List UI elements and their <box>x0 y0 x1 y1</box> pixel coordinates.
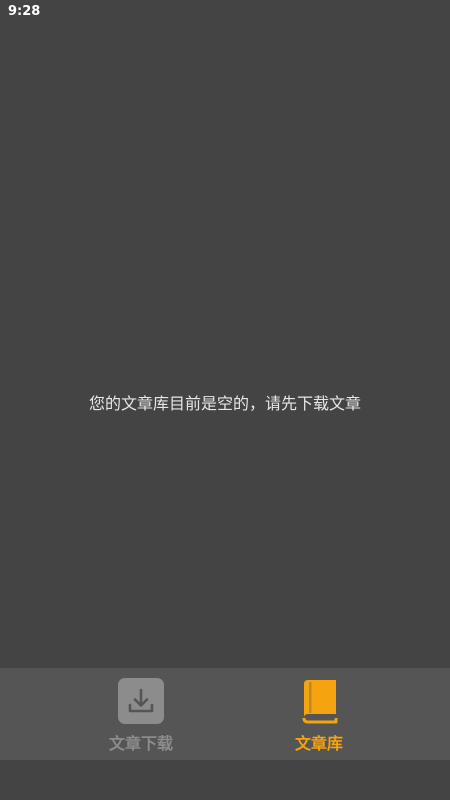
book-icon <box>302 680 338 724</box>
bottom-navigation: 文章下载 文章库 <box>0 668 450 760</box>
empty-library-message: 您的文章库目前是空的，请先下载文章 <box>88 394 361 413</box>
status-time: 9:28 <box>8 4 41 19</box>
library-content: 您的文章库目前是空的，请先下载文章 <box>0 26 450 668</box>
tab-article-library-label: 文章库 <box>294 734 343 753</box>
download-icon <box>118 678 164 724</box>
tab-article-download[interactable]: 文章下载 <box>66 668 216 760</box>
status-bar: 9:28 <box>0 0 450 26</box>
tab-article-download-label: 文章下载 <box>108 734 173 753</box>
tab-article-library[interactable]: 文章库 <box>244 668 394 760</box>
system-navigation-area <box>0 760 450 800</box>
